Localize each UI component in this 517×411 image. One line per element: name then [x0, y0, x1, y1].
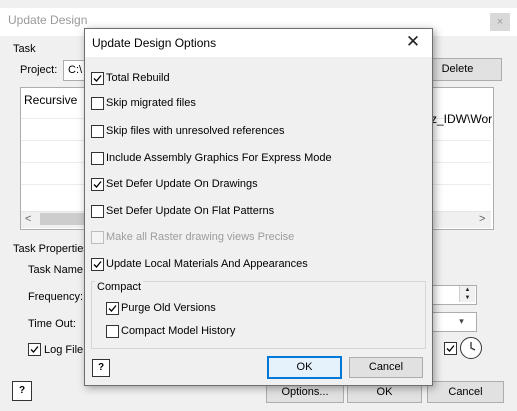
option-checkbox[interactable] — [91, 178, 104, 191]
chevron-down-icon[interactable]: ▾ — [449, 313, 474, 329]
check-icon — [93, 75, 102, 82]
check-icon — [446, 345, 455, 352]
option-checkbox[interactable] — [91, 72, 104, 85]
option-checkbox[interactable] — [91, 205, 104, 218]
cancel-button[interactable]: Cancel — [427, 381, 504, 403]
list-item-path: rz_IDW\Wor — [427, 112, 493, 126]
check-icon — [93, 261, 102, 268]
option-label: Skip migrated files — [106, 97, 196, 110]
compact-group-label: Compact — [95, 281, 144, 293]
compact-option-row[interactable]: Purge Old Versions — [106, 302, 216, 318]
dialog-ok-button[interactable]: OK — [267, 356, 342, 379]
option-checkbox[interactable] — [91, 125, 104, 138]
check-icon — [108, 305, 117, 312]
compact-option-label: Compact Model History — [121, 325, 236, 338]
dialog-help-button[interactable]: ? — [92, 359, 110, 377]
option-label: Make all Raster drawing views Precise — [106, 231, 295, 244]
option-label: Include Assembly Graphics For Express Mo… — [106, 152, 332, 165]
spin-down-icon[interactable]: ▼ — [465, 295, 471, 301]
check-icon — [93, 181, 102, 188]
spinner-arrows-icon[interactable]: ▲ ▼ — [459, 286, 475, 302]
help-button[interactable]: ? — [12, 381, 32, 401]
option-row[interactable]: Include Assembly Graphics For Express Mo… — [91, 152, 332, 168]
update-design-title: Update Design — [8, 13, 88, 27]
option-row[interactable]: Skip files with unresolved references — [91, 125, 285, 141]
option-label: Update Local Materials And Appearances — [106, 258, 308, 271]
dialog-title: Update Design Options — [92, 36, 217, 50]
dialog-cancel-button[interactable]: Cancel — [349, 357, 423, 378]
option-label: Set Defer Update On Drawings — [106, 178, 258, 191]
option-label: Total Rebuild — [106, 72, 170, 85]
option-row[interactable]: Set Defer Update On Flat Patterns — [91, 205, 274, 221]
update-design-close-button[interactable]: × — [490, 13, 510, 31]
task-properties-label: Task Properties — [13, 243, 89, 255]
project-label: Project: — [20, 64, 58, 76]
frequency-label: Frequency: — [28, 291, 84, 303]
option-row: Make all Raster drawing views Precise — [91, 231, 294, 247]
project-path-value: C:\ — [68, 64, 83, 76]
option-checkbox — [91, 231, 104, 244]
clock-icon[interactable] — [460, 337, 482, 359]
compact-option-checkbox[interactable] — [106, 325, 119, 338]
option-checkbox[interactable] — [91, 97, 104, 110]
compact-option-checkbox[interactable] — [106, 302, 119, 315]
task-name-label: Task Name: — [28, 264, 87, 276]
log-file-checkbox[interactable] — [28, 343, 41, 356]
list-item[interactable]: Recursive — [24, 93, 77, 107]
scrollbar-thumb[interactable] — [40, 213, 85, 225]
spin-up-icon[interactable]: ▲ — [465, 287, 471, 293]
option-checkbox[interactable] — [91, 258, 104, 271]
compact-option-row[interactable]: Compact Model History — [106, 325, 235, 341]
compact-option-label: Purge Old Versions — [121, 302, 216, 315]
scroll-left-icon[interactable]: < — [25, 213, 31, 225]
option-row[interactable]: Total Rebuild — [91, 72, 170, 88]
option-label: Set Defer Update On Flat Patterns — [106, 205, 275, 218]
time-out-label: Time Out: — [28, 318, 76, 330]
option-row[interactable]: Update Local Materials And Appearances — [91, 258, 308, 274]
option-label: Skip files with unresolved references — [106, 125, 285, 138]
log-file-label: Log File: — [44, 344, 87, 356]
option-checkbox[interactable] — [91, 152, 104, 165]
option-row[interactable]: Set Defer Update On Drawings — [91, 178, 258, 194]
clock-hands-icon — [470, 342, 476, 351]
task-group-label: Task — [13, 43, 36, 55]
schedule-checkbox[interactable] — [444, 342, 457, 355]
scroll-right-icon[interactable]: > — [479, 213, 485, 225]
close-icon[interactable]: ✕ — [400, 31, 426, 53]
check-icon — [30, 346, 39, 353]
option-row[interactable]: Skip migrated files — [91, 97, 196, 113]
